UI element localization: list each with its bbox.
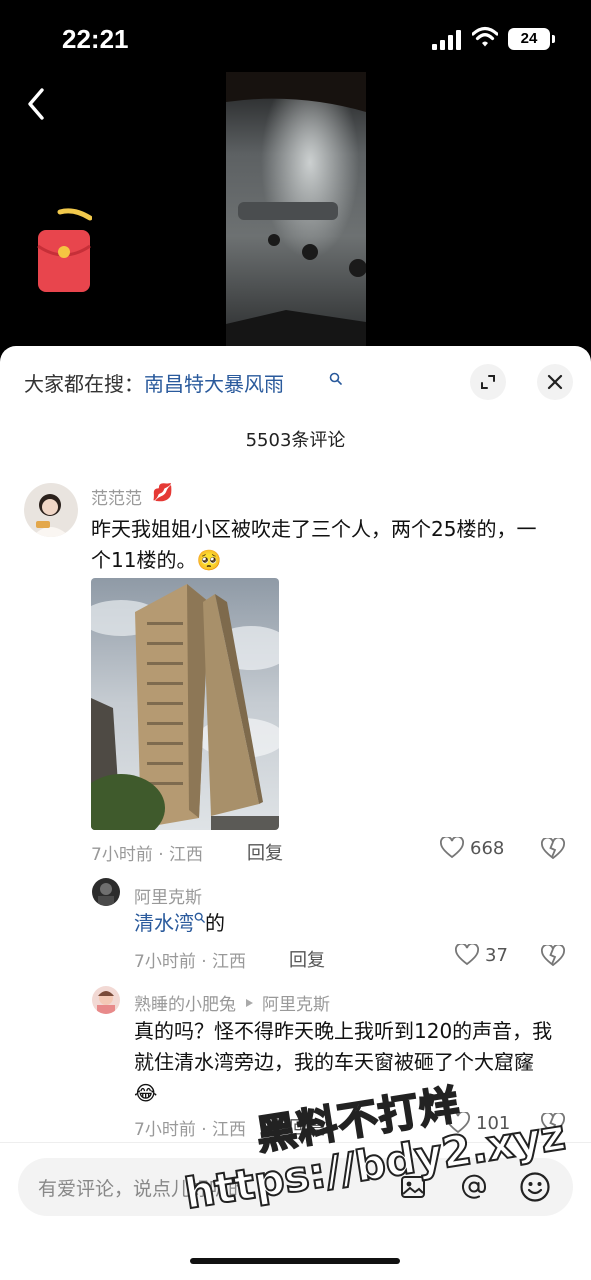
- comment-time-location: 7小时前 · 江西: [91, 845, 204, 865]
- play-arrow-icon: [246, 998, 253, 1007]
- location-link[interactable]: 清水湾: [134, 911, 194, 935]
- image-icon[interactable]: [400, 1174, 426, 1200]
- reply-time-location: 7小时前 · 江西: [134, 1120, 247, 1140]
- status-time: 22:21: [62, 24, 129, 54]
- reply-text: 清水湾的: [134, 908, 225, 939]
- trending-search-prefix: 大家都在搜：: [24, 372, 144, 396]
- reply-body: 真的吗？怪不得昨天晚上我听到120的声音，我就住清水湾旁边，我的车天窗被砸了个大…: [134, 1019, 553, 1074]
- lips-icon: 💋: [152, 483, 174, 503]
- trending-search-term[interactable]: 南昌特大暴风雨: [144, 372, 284, 396]
- search-icon: [329, 372, 342, 385]
- like-count: 37: [485, 944, 508, 966]
- expand-icon: [481, 375, 495, 389]
- comment-count: 5503条评论: [245, 430, 346, 451]
- like-count: 668: [470, 837, 505, 859]
- home-indicator[interactable]: [190, 1258, 400, 1264]
- heart-icon: [455, 944, 479, 966]
- reply-time-location: 7小时前 · 江西: [134, 952, 247, 972]
- reply-text-suffix: 的: [205, 911, 225, 935]
- cellular-signal-icon: [432, 30, 464, 50]
- divider: [0, 1142, 591, 1143]
- comment-input-placeholder: 有爱评论，说点儿好听的: [38, 1178, 248, 1200]
- battery-indicator: 24: [508, 28, 555, 50]
- dislike-icon[interactable]: [541, 945, 565, 967]
- search-icon: [194, 912, 205, 923]
- reply-button[interactable]: 回复: [247, 839, 283, 865]
- back-icon[interactable]: [20, 84, 54, 124]
- comment-body: 昨天我姐姐小区被吹走了三个人，两个25楼的，一个11楼的。: [91, 517, 537, 572]
- comment-username[interactable]: 范范范: [91, 484, 142, 509]
- avatar[interactable]: [92, 878, 120, 906]
- reply-text: 真的吗？怪不得昨天晚上我听到120的声音，我就住清水湾旁边，我的车天窗被砸了个大…: [134, 1016, 554, 1109]
- heart-icon: [446, 1112, 470, 1134]
- close-icon: [547, 374, 563, 390]
- avatar[interactable]: [92, 986, 120, 1014]
- comment-input[interactable]: 有爱评论，说点儿好听的: [18, 1158, 573, 1216]
- video-preview[interactable]: [226, 72, 366, 346]
- wifi-icon: [472, 26, 498, 47]
- reply-username[interactable]: 熟睡的小肥兔: [134, 990, 236, 1015]
- close-button[interactable]: [537, 364, 573, 400]
- reply-button[interactable]: 回复: [289, 1114, 325, 1140]
- reply-to-username[interactable]: 阿里克斯: [262, 990, 330, 1015]
- screen: 22:21 24 大家都在搜：南昌特大暴风雨 5503条评论 范范范 💋 昨天我…: [0, 0, 591, 1280]
- comment-sheet: 大家都在搜：南昌特大暴风雨 5503条评论 范范范 💋 昨天我姐姐小区被吹走了三…: [0, 346, 591, 1280]
- reply-emoji: 😂: [134, 1081, 158, 1105]
- reply-button[interactable]: 回复: [289, 946, 325, 972]
- status-bar: 22:21 24: [0, 0, 591, 80]
- like-count: 101: [476, 1112, 511, 1134]
- comment-photo[interactable]: [91, 578, 279, 830]
- dislike-icon[interactable]: [541, 838, 565, 860]
- reply-username[interactable]: 阿里克斯: [134, 883, 202, 908]
- like-button[interactable]: 37: [455, 944, 508, 966]
- emoji-icon[interactable]: [519, 1171, 551, 1203]
- like-button[interactable]: 668: [440, 837, 504, 859]
- avatar[interactable]: [24, 483, 78, 537]
- comment-emoji: 🥺: [196, 548, 222, 572]
- red-packet-icon[interactable]: [36, 206, 92, 296]
- like-button[interactable]: 101: [446, 1112, 510, 1134]
- dislike-icon[interactable]: [541, 1113, 565, 1135]
- trending-search[interactable]: 大家都在搜：南昌特大暴风雨: [24, 368, 284, 397]
- comment-text: 昨天我姐姐小区被吹走了三个人，两个25楼的，一个11楼的。🥺: [91, 514, 551, 576]
- reply-header: 熟睡的小肥兔 阿里克斯: [134, 990, 330, 1015]
- expand-button[interactable]: [470, 364, 506, 400]
- heart-icon: [440, 837, 464, 859]
- mention-icon[interactable]: [461, 1174, 487, 1200]
